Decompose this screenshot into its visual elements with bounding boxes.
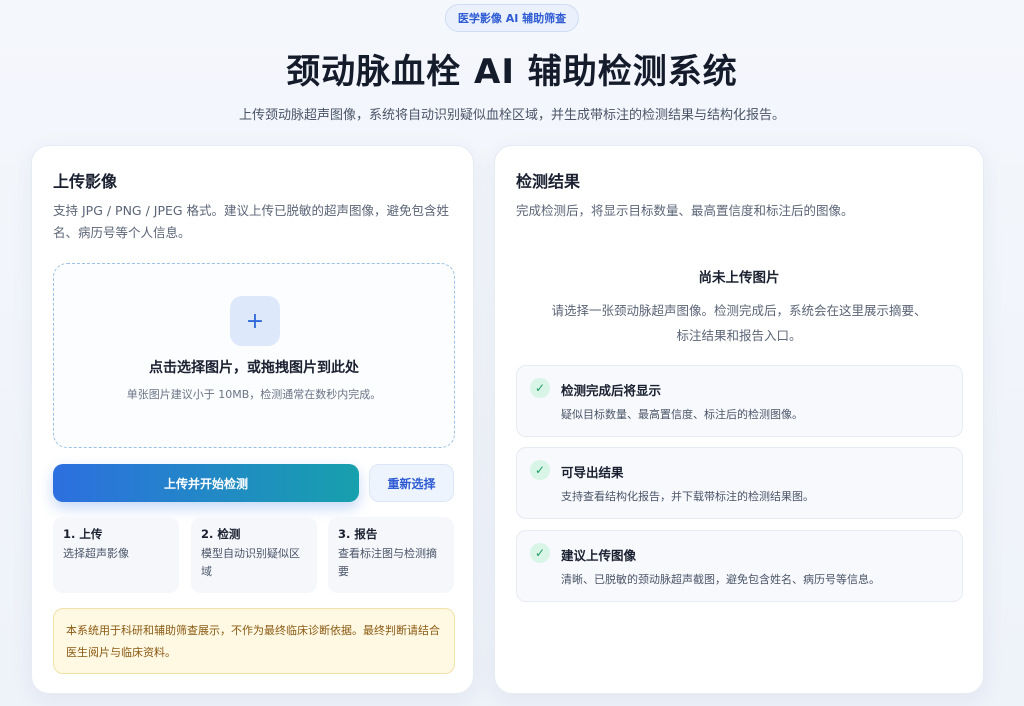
step-title: 1. 上传	[63, 527, 103, 541]
info-item-recommendation: ✓ 建议上传图像 清晰、已脱敏的颈动脉超声截图，避免包含姓名、病历号等信息。	[516, 530, 963, 602]
upload-card-title: 上传影像	[53, 172, 118, 191]
upload-card-description: 支持 JPG / PNG / JPEG 格式。建议上传已脱敏的超声图像，避免包含…	[53, 203, 450, 240]
step-detect: 2. 检测 模型自动识别疑似区域	[191, 517, 317, 593]
info-item-display: ✓ 检测完成后将显示 疑似目标数量、最高置信度、标注后的检测图像。	[516, 365, 963, 437]
check-icon: ✓	[530, 543, 550, 563]
dropzone-hint: 单张图片建议小于 10MB，检测通常在数秒内完成。	[126, 388, 382, 401]
check-icon: ✓	[530, 460, 550, 480]
step-title: 3. 报告	[338, 527, 378, 541]
check-icon: ✓	[530, 378, 550, 398]
upload-dropzone[interactable]: + 点击选择图片，或拖拽图片到此处 单张图片建议小于 10MB，检测通常在数秒内…	[53, 263, 455, 448]
results-card-title: 检测结果	[516, 172, 581, 191]
header-badge: 医学影像 AI 辅助筛查	[444, 4, 580, 32]
info-item-title: 可导出结果	[561, 465, 624, 480]
results-card-description: 完成检测后，将显示目标数量、最高置信度和标注后的图像。	[516, 203, 854, 218]
info-item-description: 清晰、已脱敏的颈动脉超声截图，避免包含姓名、病历号等信息。	[561, 573, 880, 586]
info-item-title: 建议上传图像	[561, 548, 637, 563]
step-title: 2. 检测	[201, 527, 241, 541]
dropzone-title: 点击选择图片，或拖拽图片到此处	[149, 360, 359, 376]
info-item-description: 支持查看结构化报告，并下载带标注的检测结果图。	[561, 490, 814, 503]
results-card: 检测结果 完成检测后，将显示目标数量、最高置信度和标注后的图像。 尚未上传图片 …	[494, 145, 984, 694]
step-upload: 1. 上传 选择超声影像	[53, 517, 179, 593]
reselect-button[interactable]: 重新选择	[369, 464, 454, 502]
upload-card: 上传影像 支持 JPG / PNG / JPEG 格式。建议上传已脱敏的超声图像…	[31, 145, 474, 694]
empty-state-description: 请选择一张颈动脉超声图像。检测完成后，系统会在这里展示摘要、标注结果和报告入口。	[551, 303, 927, 343]
step-description: 模型自动识别疑似区域	[201, 547, 300, 578]
page-subtitle: 上传颈动脉超声图像，系统将自动识别疑似血栓区域，并生成带标注的检测结果与结构化报…	[238, 108, 785, 123]
disclaimer-notice: 本系统用于科研和辅助筛查展示，不作为最终临床诊断依据。最终判断请结合医生阅片与临…	[53, 608, 455, 674]
step-report: 3. 报告 查看标注图与检测摘要	[328, 517, 454, 593]
plus-icon: +	[230, 296, 280, 346]
info-item-title: 检测完成后将显示	[561, 383, 662, 398]
empty-state-title: 尚未上传图片	[698, 270, 780, 286]
page-title: 颈动脉血栓 AI 辅助检测系统	[286, 52, 738, 92]
step-description: 选择超声影像	[63, 547, 129, 560]
upload-and-detect-button[interactable]: 上传并开始检测	[53, 464, 359, 502]
info-item-export: ✓ 可导出结果 支持查看结构化报告，并下载带标注的检测结果图。	[516, 447, 963, 519]
step-description: 查看标注图与检测摘要	[338, 547, 437, 578]
info-item-description: 疑似目标数量、最高置信度、标注后的检测图像。	[561, 408, 803, 421]
